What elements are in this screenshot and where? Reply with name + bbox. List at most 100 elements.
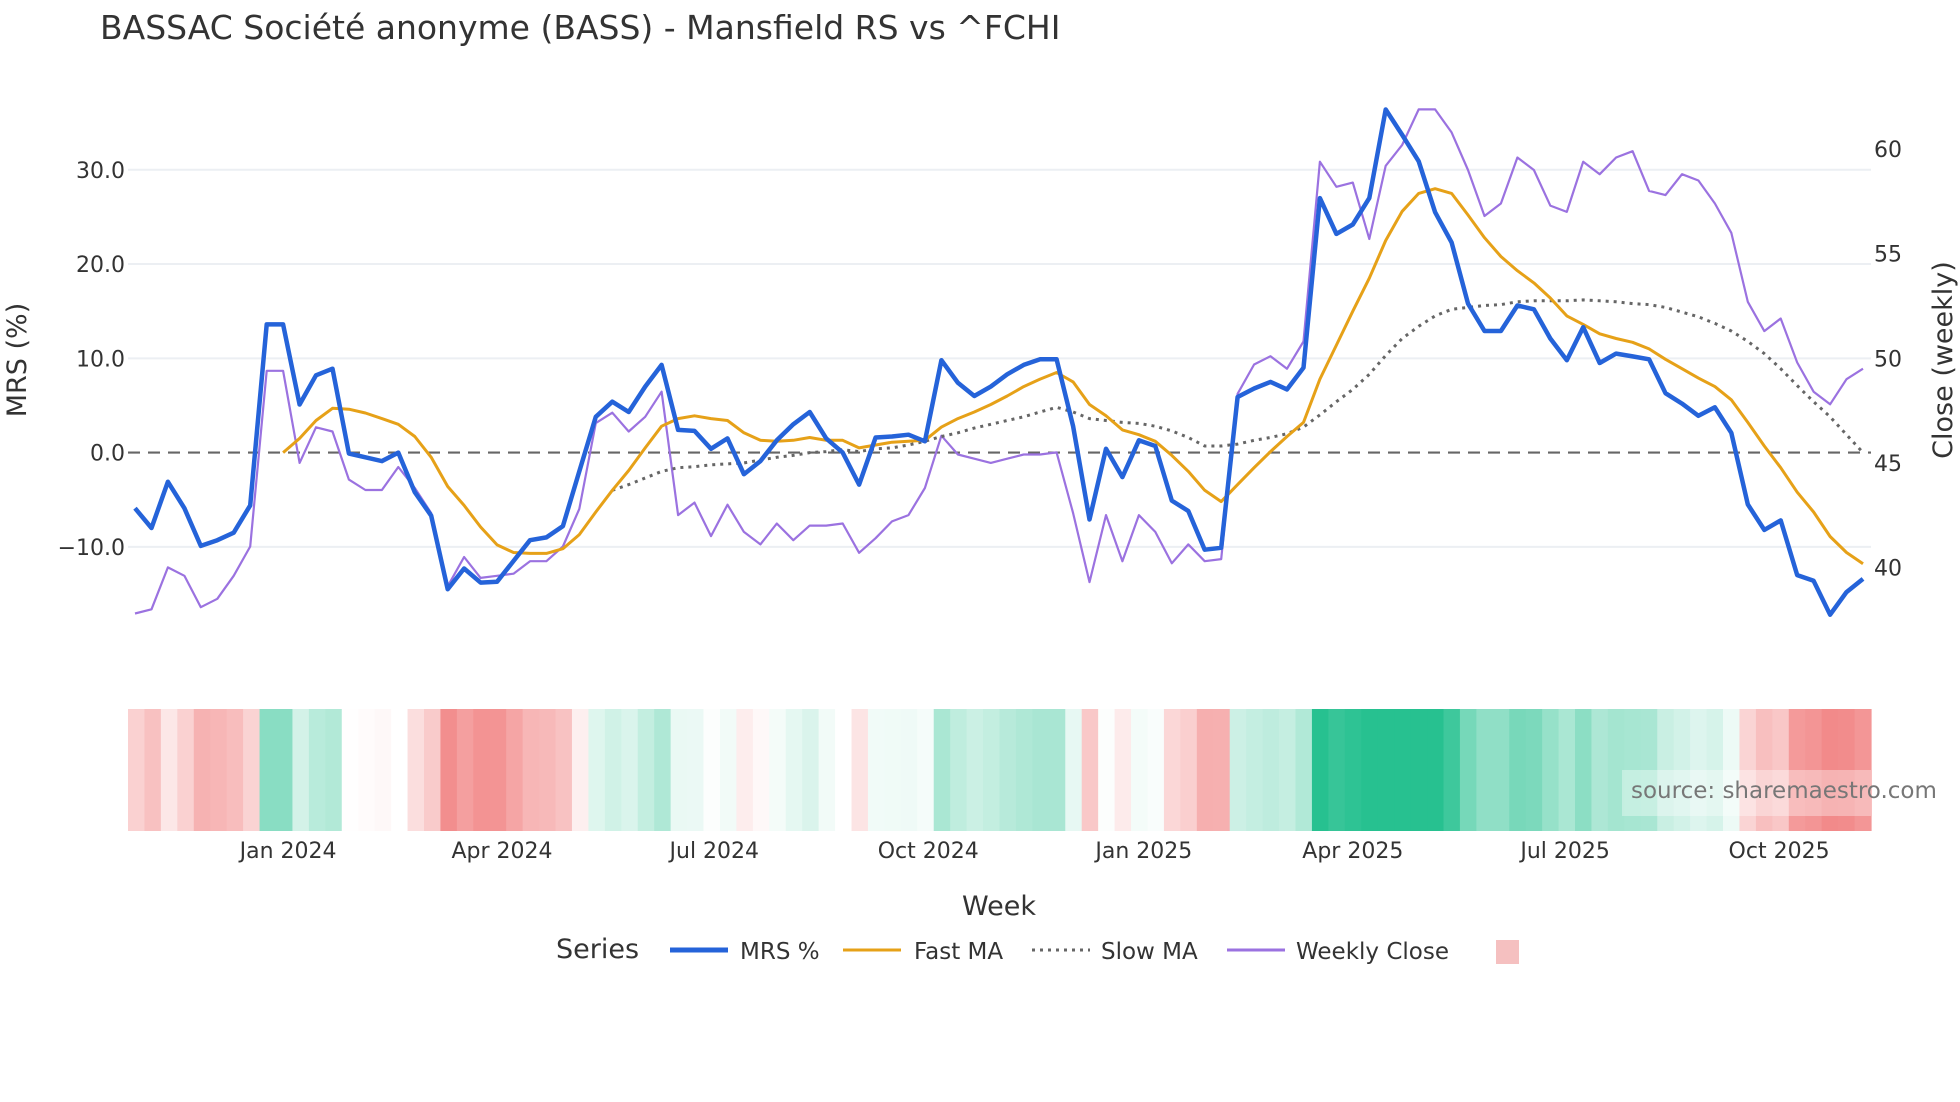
legend-title: Series	[556, 934, 639, 965]
heatmap-cell	[1196, 709, 1214, 831]
y2-tick-label: 55	[1874, 243, 1902, 268]
y2-tick-label: 60	[1874, 138, 1902, 163]
heatmap-cell	[1131, 709, 1149, 831]
heatmap-cell	[1328, 709, 1346, 831]
heatmap-cell	[966, 709, 984, 831]
heatmap-cell	[1443, 709, 1461, 831]
heatmap-cell	[506, 709, 524, 831]
heatmap-cell	[1246, 709, 1264, 831]
legend: Series MRS % Fast MA Slow MA Weekly Close	[556, 934, 1519, 965]
heatmap-cell	[243, 709, 261, 831]
heatmap-cell	[407, 709, 425, 831]
heatmap-cell	[571, 709, 590, 831]
y2-tick-label: 50	[1874, 347, 1902, 372]
source-label: source: sharemaestro.com	[1631, 778, 1937, 804]
x-tick-label: Jul 2025	[1518, 839, 1610, 864]
x-axis-title: Week	[962, 891, 1036, 922]
heatmap-cell	[440, 709, 458, 831]
heatmap-cell	[1427, 709, 1445, 831]
heatmap-cell	[933, 709, 951, 831]
heatmap-cell	[703, 709, 721, 831]
heatmap-cell	[1311, 709, 1329, 831]
heatmap-cell	[621, 709, 639, 831]
legend-heatmap-swatch	[1496, 940, 1519, 964]
x-tick-label: Apr 2025	[1302, 839, 1403, 864]
heatmap-cell	[999, 709, 1017, 831]
heatmap-cell	[1361, 709, 1379, 831]
heatmap-cell	[802, 709, 820, 831]
heatmap-cell	[1147, 709, 1165, 831]
heatmap-cell	[736, 709, 754, 831]
heatmap-cell	[489, 709, 507, 831]
y2-tick-label: 45	[1874, 452, 1902, 477]
heatmap-cell	[1591, 709, 1609, 831]
y-tick-label: −10.0	[58, 536, 125, 561]
heatmap-cell	[1394, 709, 1412, 831]
heatmap-cell	[900, 709, 918, 831]
heatmap-cell	[752, 709, 770, 831]
heatmap-cell	[1410, 709, 1428, 831]
heatmap-cell	[308, 709, 326, 831]
heatmap-cell	[423, 709, 442, 831]
heatmap-cell	[1575, 709, 1593, 831]
y2-axis-title: Close (weekly)	[1928, 261, 1959, 459]
heatmap-cell	[687, 709, 705, 831]
y-axis-title: MRS (%)	[2, 303, 33, 418]
heatmap-cell	[1180, 709, 1198, 831]
heatmap-cell	[1065, 709, 1083, 831]
legend-label: Weekly Close	[1296, 939, 1449, 965]
heatmap-cell	[177, 709, 195, 831]
legend-label: Slow MA	[1101, 939, 1198, 965]
heatmap-cell	[144, 709, 162, 831]
heatmap-cell	[1015, 709, 1033, 831]
heatmap-cell	[1163, 709, 1181, 831]
y-tick-label: 20.0	[76, 253, 125, 278]
heatmap-cell	[1525, 709, 1543, 831]
heatmap-cell	[670, 709, 688, 831]
heatmap-cell	[1279, 709, 1297, 831]
heatmap-cell	[835, 709, 853, 831]
heatmap-cell	[1509, 709, 1527, 831]
heatmap-cell	[160, 709, 178, 831]
heatmap-cell	[1262, 709, 1280, 831]
series-lines	[133, 107, 1865, 617]
heatmap-cell	[456, 709, 474, 831]
chart-canvas: −10.0 0.0 10.0 20.0 30.0 40 45 50 55 60 Jan 2024 Ap…	[2, 107, 1959, 965]
heatmap-strip	[128, 709, 1872, 831]
heatmap-cell	[374, 709, 392, 831]
legend-label: Fast MA	[914, 939, 1003, 965]
x-tick-label: Jul 2024	[668, 839, 760, 864]
heatmap-cell	[473, 709, 491, 831]
x-tick-label: Oct 2024	[878, 839, 979, 864]
heatmap-cell	[1229, 709, 1247, 831]
heatmap-cell	[1558, 709, 1576, 831]
heatmap-cell	[1377, 709, 1395, 831]
heatmap-cell	[210, 709, 228, 831]
heatmap-cell	[128, 709, 146, 831]
legend-label: MRS %	[740, 939, 820, 965]
heatmap-cell	[1032, 709, 1050, 831]
heatmap-cell	[226, 709, 244, 831]
heatmap-cell	[292, 709, 310, 831]
y2-tick-label: 40	[1874, 556, 1902, 581]
heatmap-cell	[555, 709, 573, 831]
heatmap-cell	[1344, 709, 1362, 831]
y-tick-label: 10.0	[76, 347, 125, 372]
heatmap-cell	[1098, 709, 1116, 831]
heatmap-cell	[1542, 709, 1560, 831]
heatmap-cell	[637, 709, 655, 831]
heatmap-cell	[983, 709, 1001, 831]
heatmap-cell	[193, 709, 211, 831]
heatmap-cell	[1114, 709, 1132, 831]
x-tick-label: Jan 2025	[1093, 839, 1192, 864]
heatmap-cell	[1048, 709, 1066, 831]
x-tick-label: Jan 2024	[238, 839, 337, 864]
series-line-fast-ma	[282, 187, 1864, 566]
heatmap-cell	[654, 709, 672, 831]
heatmap-cell	[325, 709, 343, 831]
heatmap-cell	[1459, 709, 1477, 831]
heatmap-cell	[719, 709, 738, 831]
heatmap-cell	[259, 709, 277, 831]
heatmap-cell	[341, 709, 359, 831]
heatmap-cell	[851, 709, 869, 831]
